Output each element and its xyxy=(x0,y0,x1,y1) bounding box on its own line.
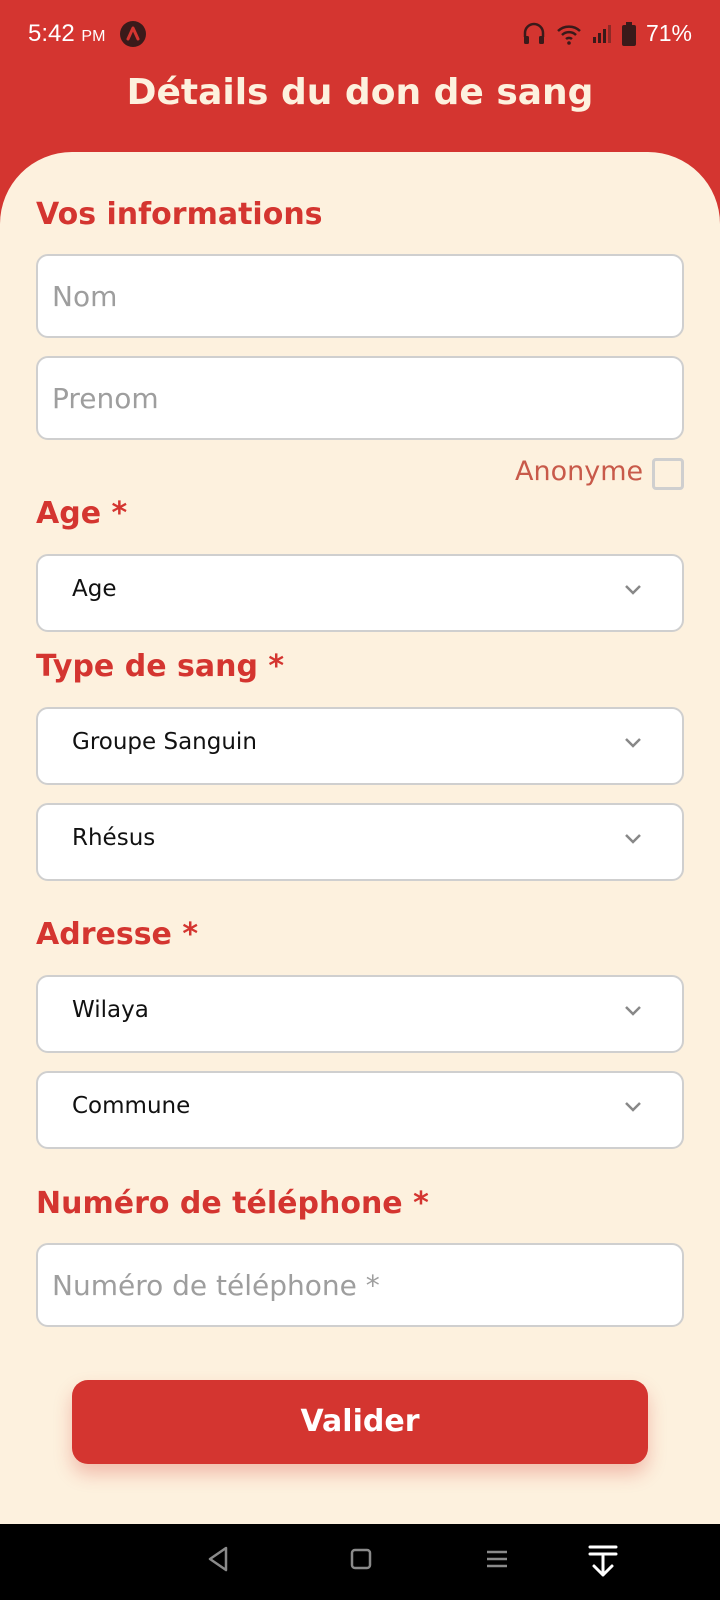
chevron-down-icon xyxy=(625,738,641,748)
page-title: Détails du don de sang xyxy=(126,72,594,113)
nom-input[interactable] xyxy=(36,254,684,338)
chevron-down-icon xyxy=(625,834,641,844)
status-time: 5:42 PM xyxy=(28,20,105,48)
signal-icon xyxy=(592,24,611,43)
battery-icon xyxy=(621,21,636,46)
anonyme-label[interactable]: Anonyme xyxy=(515,456,643,487)
chevron-down-icon xyxy=(625,585,641,595)
phone-input[interactable] xyxy=(36,1243,684,1327)
status-bar: 5:42 PM 71% xyxy=(0,0,720,68)
address-section-title: Adresse * xyxy=(36,917,199,952)
back-icon[interactable] xyxy=(206,1544,230,1574)
age-section-title: Age * xyxy=(36,496,128,531)
age-select[interactable]: Age xyxy=(36,554,684,632)
phone-section-title: Numéro de téléphone * xyxy=(36,1186,429,1221)
navigation-bar xyxy=(0,1524,720,1600)
rhesus-select-label: Rhésus xyxy=(72,825,156,851)
rhesus-select[interactable]: Rhésus xyxy=(36,803,684,881)
app-notification-icon xyxy=(120,21,146,47)
home-icon[interactable] xyxy=(348,1544,374,1574)
commune-select-label: Commune xyxy=(72,1093,191,1119)
chevron-down-icon xyxy=(625,1102,641,1112)
battery-percentage: 71% xyxy=(645,20,692,46)
download-icon[interactable] xyxy=(588,1544,618,1578)
headphones-icon xyxy=(523,22,545,44)
wilaya-select-label: Wilaya xyxy=(72,997,149,1023)
menu-icon[interactable] xyxy=(484,1544,510,1574)
personal-info-section-title: Vos informations xyxy=(36,197,323,232)
wifi-icon xyxy=(557,24,581,45)
blood-group-select-label: Groupe Sanguin xyxy=(72,729,257,755)
prenom-input[interactable] xyxy=(36,356,684,440)
commune-select[interactable]: Commune xyxy=(36,1071,684,1149)
submit-button[interactable]: Valider xyxy=(72,1380,648,1464)
age-select-label: Age xyxy=(72,576,117,602)
blood-type-section-title: Type de sang * xyxy=(36,649,285,684)
anonyme-checkbox[interactable] xyxy=(652,458,684,490)
status-time-value: 5:42 xyxy=(28,20,75,47)
status-icons: 71% xyxy=(522,20,692,47)
wilaya-select[interactable]: Wilaya xyxy=(36,975,684,1053)
blood-group-select[interactable]: Groupe Sanguin xyxy=(36,707,684,785)
chevron-down-icon xyxy=(625,1006,641,1016)
status-meridiem: PM xyxy=(81,28,106,45)
